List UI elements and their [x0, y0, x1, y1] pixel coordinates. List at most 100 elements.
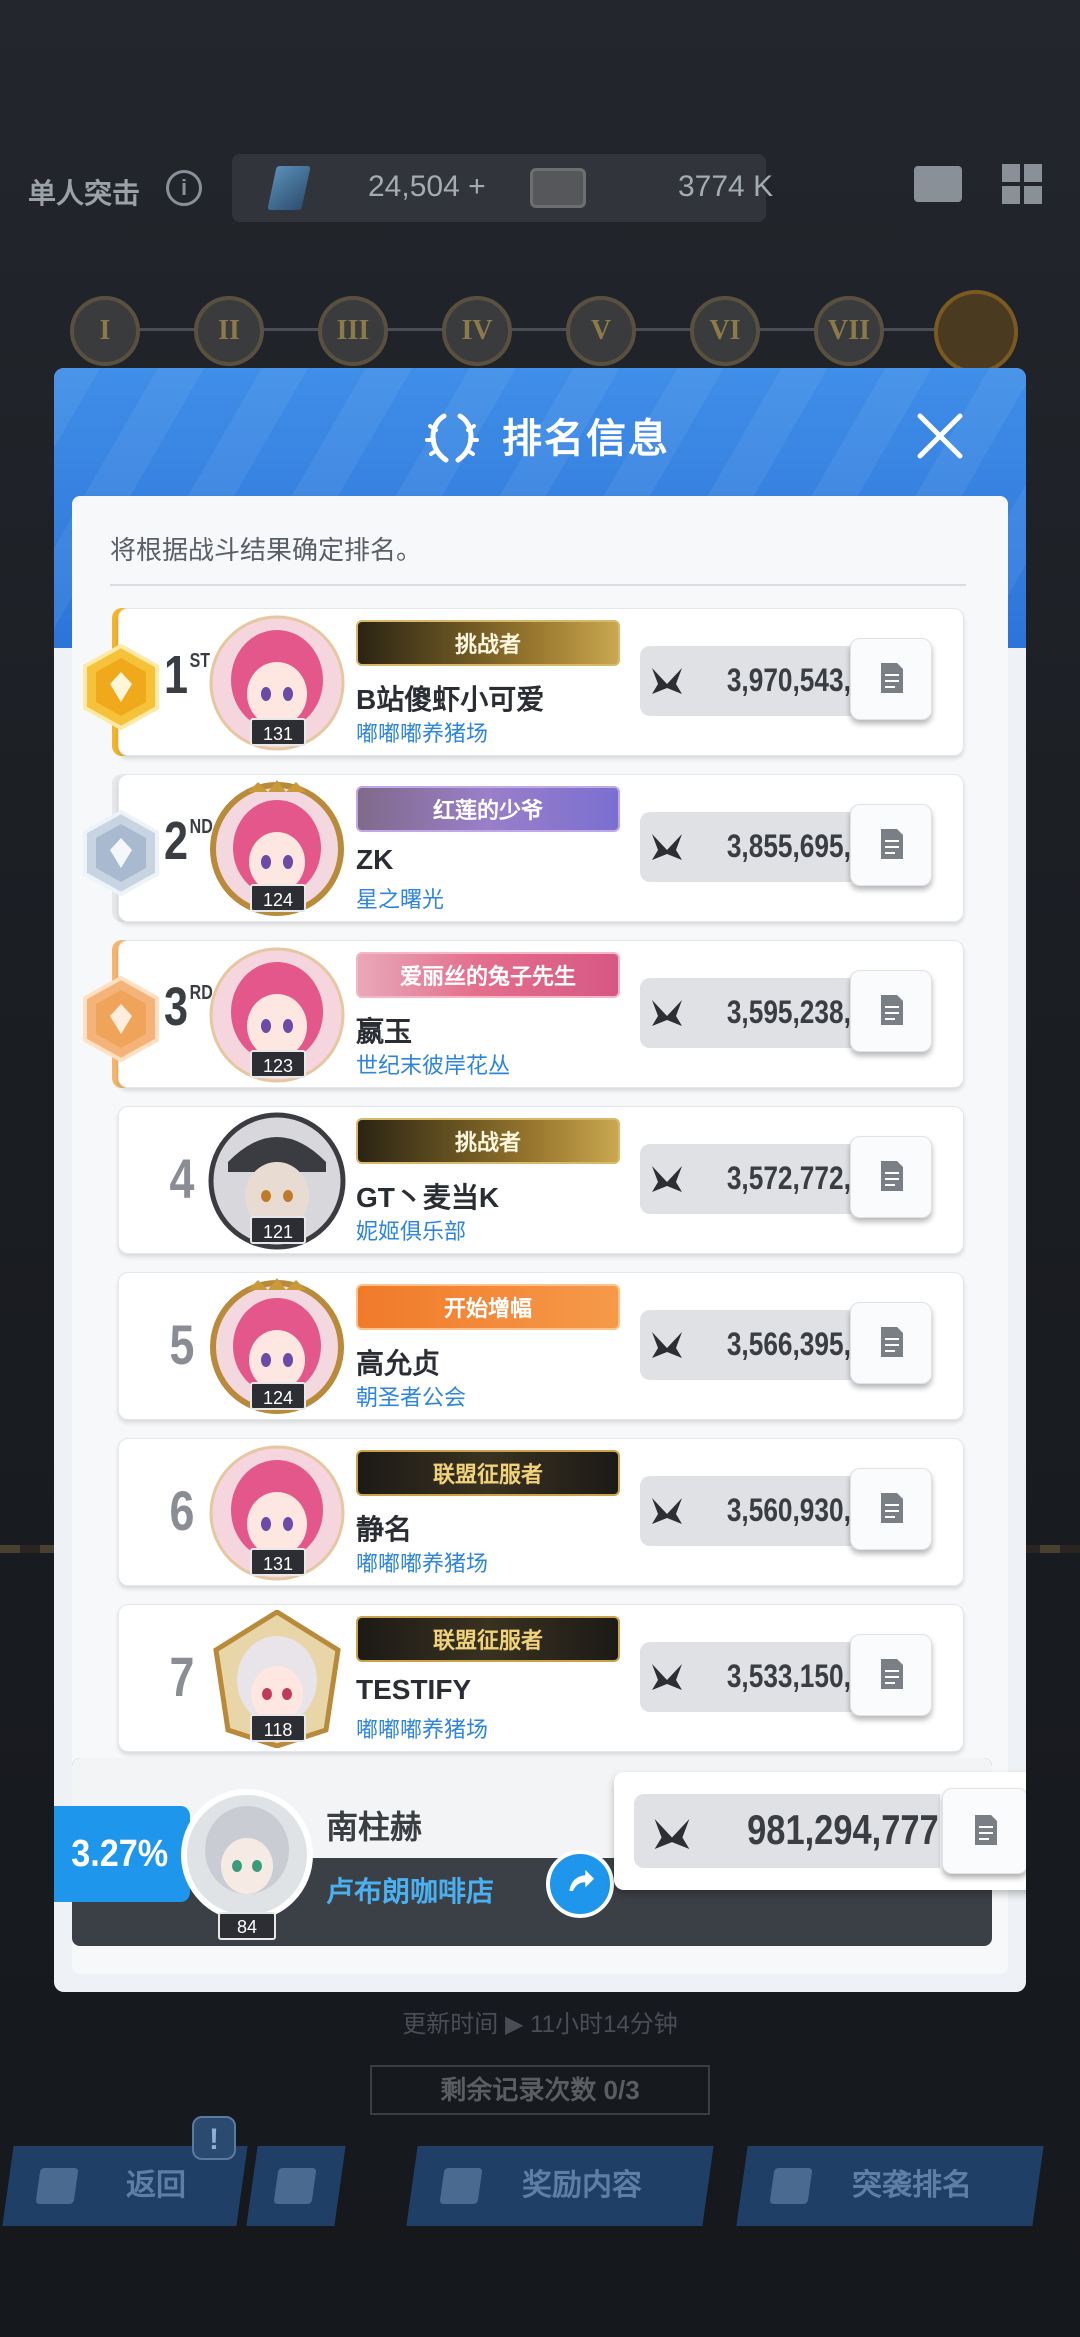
- my-guild: 卢布朗咖啡店: [326, 1876, 495, 1907]
- gold-medal-icon: [83, 644, 159, 730]
- document-icon: [881, 1659, 903, 1689]
- rank-number: 2ND: [164, 811, 213, 871]
- remaining-records: 剩余记录次数 0/3: [370, 2065, 710, 2115]
- document-icon: [881, 663, 903, 693]
- score-emblem-icon: [652, 834, 682, 860]
- title-badge: 联盟征服者: [356, 1450, 620, 1496]
- modal-title: 排名信息: [502, 417, 670, 461]
- stage-5[interactable]: V: [566, 296, 636, 366]
- guild-name: 朝圣者公会: [356, 1385, 467, 1410]
- modal-body: 将根据战斗结果确定排名。 1ST 131 挑战者 B站傻虾小可爱 嘟嘟嘟养猪场: [72, 496, 1008, 1974]
- rewards-button[interactable]: 奖励内容: [406, 2146, 714, 2226]
- score-emblem-icon: [652, 1332, 682, 1358]
- hint-divider: [110, 584, 966, 586]
- my-battle-record-button[interactable]: [942, 1788, 1026, 1874]
- player-name: 高允贞: [356, 1348, 441, 1379]
- stage-1[interactable]: I: [70, 296, 140, 366]
- gem-count[interactable]: 24,504 +: [368, 170, 486, 204]
- rank-row[interactable]: 6 131 联盟征服者 静名 嘟嘟嘟养猪场 3,560,930,877: [72, 1438, 1008, 1590]
- title-badge: 红莲的少爷: [356, 786, 620, 832]
- medal-icon: [769, 2168, 813, 2204]
- my-avatar[interactable]: [180, 1788, 314, 1922]
- battle-record-button[interactable]: [850, 970, 932, 1052]
- rank-percent-badge: 3.27%: [54, 1806, 190, 1902]
- top-bar: 单人突击 i 24,504 + 3774 K: [0, 150, 1080, 230]
- raid-rank-button[interactable]: 突袭排名: [736, 2146, 1044, 2226]
- menu-grid-icon[interactable]: [1002, 164, 1042, 204]
- exit-icon: [35, 2168, 79, 2204]
- title-badge: 挑战者: [356, 620, 620, 666]
- ticket-icon: [530, 168, 586, 208]
- battle-record-button[interactable]: [850, 1634, 932, 1716]
- rank-row[interactable]: 5 124 开始增幅 高允贞 朝圣者公会 3,566,395,400: [72, 1272, 1008, 1424]
- bronze-medal-icon: [83, 976, 159, 1062]
- guild-name: 世纪末彼岸花丛: [356, 1053, 511, 1078]
- battle-record-button[interactable]: [850, 638, 932, 720]
- title-badge: 联盟征服者: [356, 1616, 620, 1662]
- stage-4[interactable]: IV: [442, 296, 512, 366]
- update-time: 更新时间 ▶ 11小时14分钟: [402, 2011, 678, 2038]
- mode-title: 单人突击: [28, 178, 141, 209]
- rank-number: 5: [169, 1313, 195, 1376]
- rank-number: 1ST: [164, 645, 211, 705]
- rank-row[interactable]: 7 118 联盟征服者 TESTIFY 嘟嘟嘟养猪场 3,533,150,657: [72, 1604, 1008, 1756]
- rank-number: 3RD: [164, 977, 213, 1037]
- rank-row[interactable]: 2ND 124 红莲的少爷 ZK 星之曙光 3,855,695,911: [72, 774, 1008, 926]
- player-name: 嬴玉: [356, 1016, 413, 1047]
- score-emblem-icon: [652, 1664, 682, 1690]
- player-name: GT丶麦当K: [356, 1182, 500, 1213]
- player-level: 121: [250, 1216, 306, 1244]
- document-icon: [881, 1493, 903, 1523]
- battle-record-button[interactable]: [850, 1136, 932, 1218]
- document-icon: [881, 995, 903, 1025]
- stage-2[interactable]: II: [194, 296, 264, 366]
- battle-record-button[interactable]: [850, 1302, 932, 1384]
- my-ranking-panel: 3.27% 84 南柱赫 卢布朗咖啡店 981,294,777: [54, 1758, 1026, 1948]
- my-score-value: 981,294,777: [747, 1806, 939, 1853]
- player-level: 131: [250, 718, 306, 746]
- gift-icon: [439, 2168, 483, 2204]
- ranking-hint: 将根据战斗结果确定排名。: [110, 535, 423, 565]
- rank-number: 7: [169, 1645, 195, 1708]
- guild-name: 妮姬俱乐部: [356, 1219, 467, 1244]
- score-emblem-icon: [652, 1000, 682, 1026]
- score-emblem-icon: [654, 1818, 690, 1850]
- boss-stage-icon[interactable]: [934, 290, 1018, 374]
- title-badge: 爱丽丝的兔子先生: [356, 952, 620, 998]
- document-icon: [975, 1815, 997, 1845]
- player-name: B站傻虾小可爱: [356, 684, 545, 715]
- battle-record-button[interactable]: [850, 1468, 932, 1550]
- ticket-count: 3774 K: [678, 170, 774, 203]
- player-name: 静名: [356, 1514, 413, 1545]
- player-name: ZK: [356, 844, 394, 875]
- my-score-card: 981,294,777: [614, 1772, 1026, 1890]
- stage-selector: I II III IV V VI VII: [0, 290, 1080, 374]
- home-button[interactable]: [246, 2146, 346, 2226]
- rank-row[interactable]: 1ST 131 挑战者 B站傻虾小可爱 嘟嘟嘟养猪场 3,970,543,334: [72, 608, 1008, 760]
- stage-6[interactable]: VI: [690, 296, 760, 366]
- rank-number: 4: [169, 1147, 195, 1210]
- rank-row[interactable]: 4 121 挑战者 GT丶麦当K 妮姬俱乐部 3,572,772,162: [72, 1106, 1008, 1258]
- guild-name: 嘟嘟嘟养猪场: [356, 1551, 489, 1576]
- laurel-icon: [425, 413, 479, 463]
- share-icon[interactable]: [546, 1850, 614, 1918]
- stage-3[interactable]: III: [318, 296, 388, 366]
- rewards-label: 奖励内容: [522, 2169, 642, 2202]
- battle-record-button[interactable]: [850, 804, 932, 886]
- title-badge: 挑战者: [356, 1118, 620, 1164]
- info-icon[interactable]: i: [166, 170, 202, 206]
- mail-icon[interactable]: [914, 166, 962, 202]
- player-level: 124: [250, 1382, 306, 1410]
- score-emblem-icon: [652, 668, 682, 694]
- back-label: 返回: [126, 2169, 186, 2202]
- close-icon[interactable]: [910, 406, 970, 466]
- home-icon: [273, 2168, 317, 2204]
- stage-7[interactable]: VII: [814, 296, 884, 366]
- rank-row[interactable]: 3RD 123 爱丽丝的兔子先生 嬴玉 世纪末彼岸花丛 3,595,238,51…: [72, 940, 1008, 1092]
- document-icon: [881, 1327, 903, 1357]
- guild-name: 嘟嘟嘟养猪场: [356, 1717, 489, 1742]
- rank-number: 6: [169, 1479, 195, 1542]
- my-name: 南柱赫: [326, 1809, 423, 1845]
- title-badge: 开始增幅: [356, 1284, 620, 1330]
- guild-name: 嘟嘟嘟养猪场: [356, 721, 489, 746]
